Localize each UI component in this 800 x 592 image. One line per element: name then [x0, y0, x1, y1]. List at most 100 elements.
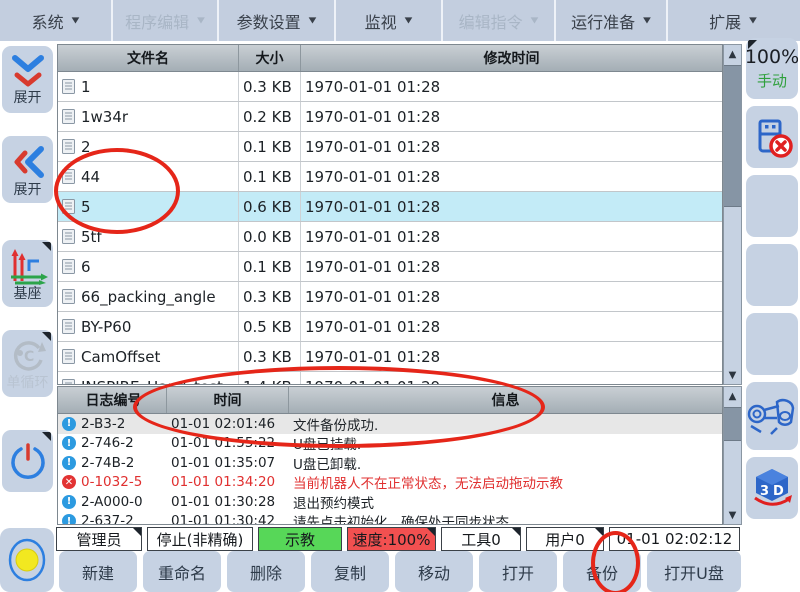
- file-row-6[interactable]: 60.1 KB1970-01-01 01:28: [58, 252, 722, 282]
- usb-status-button[interactable]: [746, 106, 798, 168]
- col-log-msg[interactable]: 信息: [289, 387, 722, 413]
- menu-label: 编辑指令: [459, 9, 523, 33]
- menu-监视[interactable]: 监视▼: [336, 0, 443, 41]
- usb-error-icon: [750, 115, 794, 159]
- col-size[interactable]: 大小: [239, 45, 301, 71]
- scroll-up-icon[interactable]: ▲: [724, 45, 741, 63]
- action-打开-button[interactable]: 打开: [479, 551, 557, 592]
- log-id: 2-A000-0: [81, 494, 143, 510]
- base-coord-button[interactable]: 基座: [2, 240, 53, 307]
- action-备份-button[interactable]: 备份: [563, 551, 641, 592]
- speed-mode-button[interactable]: 100%手动: [746, 38, 798, 99]
- col-modified[interactable]: 修改时间: [301, 45, 722, 71]
- empty-1-button[interactable]: [746, 175, 798, 237]
- col-log-time[interactable]: 时间: [167, 387, 289, 413]
- view-3d-button[interactable]: 3 D: [746, 457, 798, 519]
- drag-teach-button[interactable]: [746, 382, 798, 450]
- log-id: 2-746-2: [81, 435, 134, 451]
- user-level[interactable]: 管理员: [56, 527, 142, 551]
- expand-left-button[interactable]: 展开: [2, 136, 53, 203]
- file-row-5tf[interactable]: 5tf0.0 KB1970-01-01 01:28: [58, 222, 722, 252]
- file-doc-icon: [62, 319, 75, 334]
- col-log-id[interactable]: 日志编号: [58, 387, 167, 413]
- run-state: 停止(非精确): [147, 527, 253, 551]
- file-name: 44: [81, 168, 100, 186]
- power-button[interactable]: [2, 430, 53, 492]
- file-row-5[interactable]: 50.6 KB1970-01-01 01:28: [58, 192, 722, 222]
- log-row-2-637-2[interactable]: !2-637-201-01 01:30:42请先点击初始化，确保处于同步状态: [58, 512, 722, 526]
- expand-left-label: 展开: [14, 183, 42, 197]
- cube-3d-icon: 3 D: [749, 466, 795, 510]
- file-size: 0.3 KB: [239, 72, 301, 101]
- expand-down-button[interactable]: 展开: [2, 46, 53, 113]
- scroll-down-icon[interactable]: ▼: [724, 506, 741, 524]
- scroll-down-icon[interactable]: ▼: [724, 366, 741, 384]
- col-filename[interactable]: 文件名: [58, 45, 239, 71]
- chevron-down-icon: ▼: [72, 16, 80, 25]
- file-row-CamOffset[interactable]: CamOffset0.3 KB1970-01-01 01:28: [58, 342, 722, 372]
- file-row-INSPIRE_Hand_test[interactable]: INSPIRE_Hand_test1.4 KB1970-01-01 01:29: [58, 372, 722, 385]
- file-mtime: 1970-01-01 01:28: [301, 312, 722, 341]
- deadman-indicator-button[interactable]: [0, 528, 54, 592]
- log-row-2-746-2[interactable]: !2-746-201-01 01:55:22U盘已挂载.: [58, 434, 722, 454]
- corner-options-icon: [512, 528, 520, 536]
- corner-options-icon: [42, 432, 51, 441]
- file-row-44[interactable]: 440.1 KB1970-01-01 01:28: [58, 162, 722, 192]
- user-select[interactable]: 用户0: [526, 527, 604, 551]
- file-mtime: 1970-01-01 01:28: [301, 192, 722, 221]
- action-移动-button[interactable]: 移动: [395, 551, 473, 592]
- file-row-BY-P60[interactable]: BY-P600.5 KB1970-01-01 01:28: [58, 312, 722, 342]
- action-复制-button[interactable]: 复制: [311, 551, 389, 592]
- file-row-66_packing_angle[interactable]: 66_packing_angle0.3 KB1970-01-01 01:28: [58, 282, 722, 312]
- corner-options-icon: [133, 528, 141, 536]
- file-mtime: 1970-01-01 01:28: [301, 342, 722, 371]
- file-table-scrollbar[interactable]: ▲ ▼: [723, 44, 742, 385]
- file-mtime: 1970-01-01 01:29: [301, 372, 722, 385]
- file-doc-icon: [62, 139, 75, 154]
- file-mtime: 1970-01-01 01:28: [301, 222, 722, 251]
- action-打开U盘-button[interactable]: 打开U盘: [647, 551, 741, 592]
- log-row-2-B3-2[interactable]: !2-B3-201-01 02:01:46文件备份成功.: [58, 414, 722, 434]
- menu-运行准备[interactable]: 运行准备▼: [556, 0, 668, 41]
- menu-扩展[interactable]: 扩展▼: [668, 0, 798, 41]
- corner-options-icon: [42, 242, 51, 251]
- tool-select-label: 工具0: [461, 529, 501, 550]
- log-row-0-1032-5[interactable]: ✕0-1032-501-01 01:34:20当前机器人不在正常状态，无法启动拖…: [58, 473, 722, 493]
- menu-参数设置[interactable]: 参数设置▼: [219, 0, 336, 41]
- file-name: 1w34r: [81, 108, 128, 126]
- drag-teach-icon: [747, 396, 797, 436]
- file-name: 66_packing_angle: [81, 288, 216, 306]
- log-message: U盘已挂载.: [289, 434, 722, 454]
- yellow-circle-icon: [7, 536, 47, 584]
- corner-options-icon: [595, 528, 603, 536]
- speed-badge[interactable]: 速度:100%: [347, 527, 436, 551]
- log-id: 0-1032-5: [81, 474, 142, 490]
- empty-3-button[interactable]: [746, 313, 798, 375]
- scroll-thumb[interactable]: [724, 407, 741, 441]
- log-id: 2-637-2: [81, 513, 134, 525]
- log-time: 01-01 01:30:28: [167, 492, 289, 512]
- log-row-2-74B-2[interactable]: !2-74B-201-01 01:35:07U盘已卸载.: [58, 453, 722, 473]
- menu-编辑指令: 编辑指令▼: [443, 0, 556, 41]
- scroll-up-icon[interactable]: ▲: [724, 387, 741, 405]
- scroll-thumb[interactable]: [724, 65, 741, 207]
- file-mtime: 1970-01-01 01:28: [301, 252, 722, 281]
- file-mtime: 1970-01-01 01:28: [301, 132, 722, 161]
- file-row-1[interactable]: 10.3 KB1970-01-01 01:28: [58, 72, 722, 102]
- file-row-1w34r[interactable]: 1w34r0.2 KB1970-01-01 01:28: [58, 102, 722, 132]
- empty-2-button[interactable]: [746, 244, 798, 306]
- log-row-2-A000-0[interactable]: !2-A000-001-01 01:30:28退出预约模式: [58, 492, 722, 512]
- menu-系统[interactable]: 系统▼: [0, 0, 113, 41]
- corner-options-icon: [42, 332, 51, 341]
- file-row-2[interactable]: 20.1 KB1970-01-01 01:28: [58, 132, 722, 162]
- file-name: 2: [81, 138, 91, 156]
- action-删除-button[interactable]: 删除: [227, 551, 305, 592]
- tool-select[interactable]: 工具0: [441, 527, 521, 551]
- file-doc-icon: [62, 109, 75, 124]
- log-table-scrollbar[interactable]: ▲ ▼: [723, 386, 742, 525]
- file-mtime: 1970-01-01 01:28: [301, 72, 722, 101]
- file-doc-icon: [62, 349, 75, 364]
- action-新建-button[interactable]: 新建: [59, 551, 137, 592]
- action-重命名-button[interactable]: 重命名: [143, 551, 221, 592]
- mode-manual-label: 手动: [757, 70, 787, 91]
